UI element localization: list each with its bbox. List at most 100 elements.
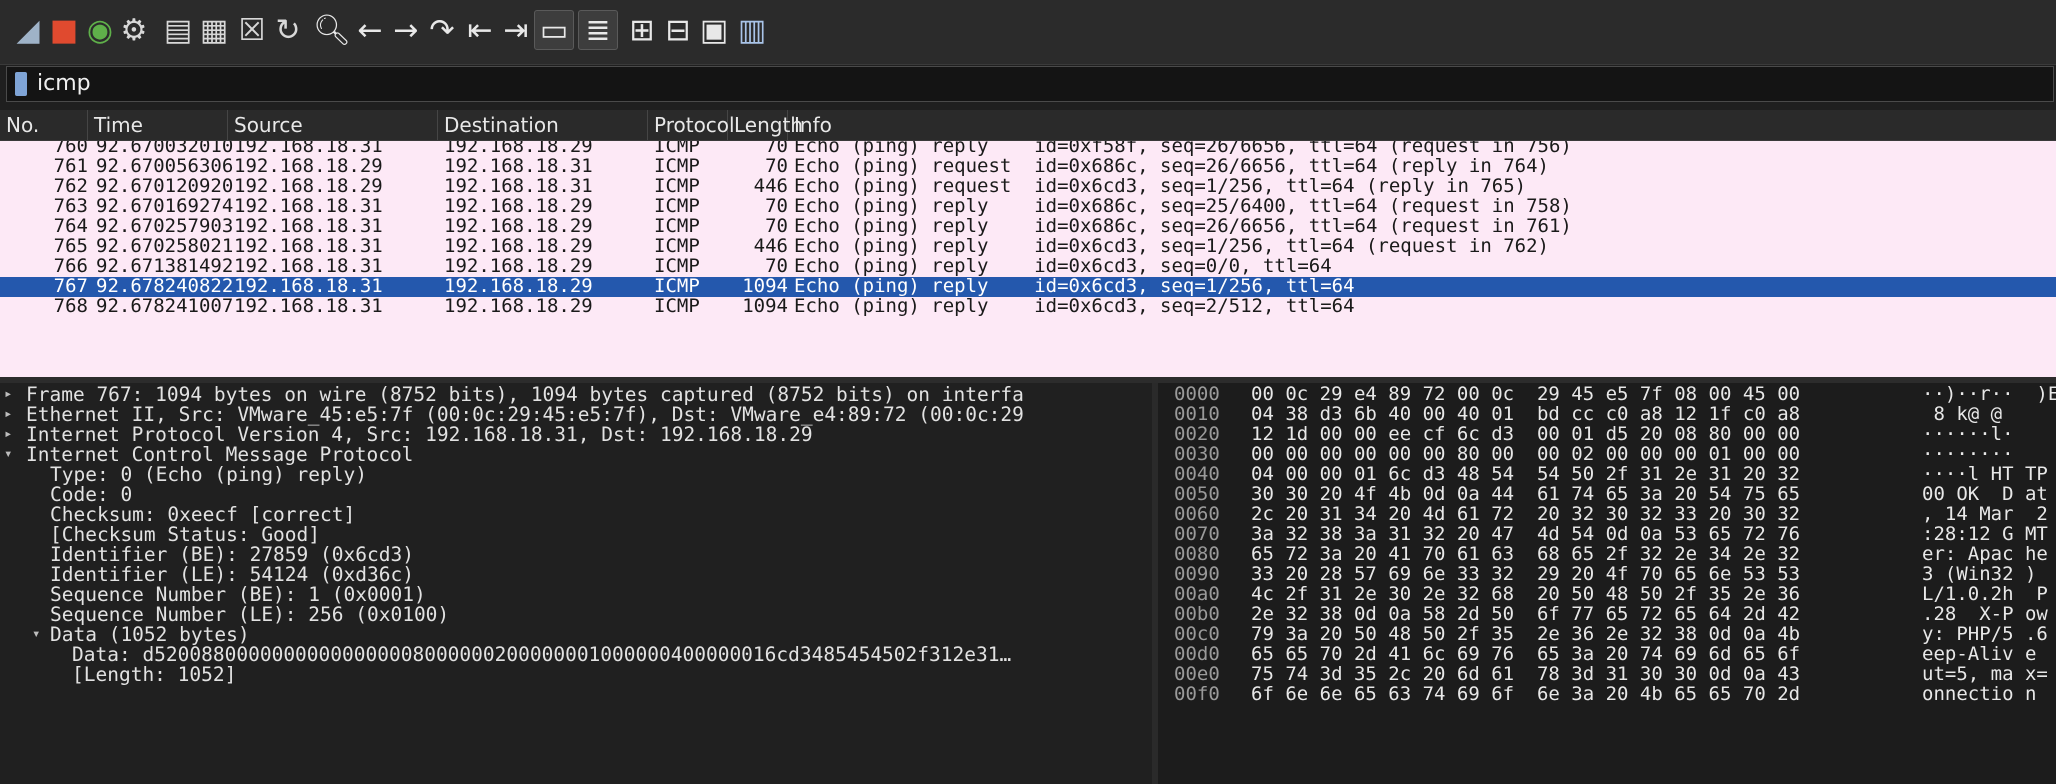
find-packet-icon[interactable]: 🔍︎ — [312, 10, 352, 50]
packet-row[interactable]: 766 92.671381492 192.168.18.31 192.168.18.2… — [0, 255, 2056, 277]
expand-arrow-icon[interactable]: ▸ — [4, 406, 12, 422]
collapse-arrow-icon[interactable]: ▾ — [32, 626, 40, 642]
column-header-info[interactable]: Info — [788, 110, 2056, 140]
hex-dump-row[interactable]: 00d0 65 65 70 2d 41 6c 69 76 65 3a 20 74 … — [1158, 643, 2056, 665]
filter-bookmark-icon[interactable] — [15, 72, 27, 96]
go-back-icon[interactable]: ← — [350, 10, 390, 50]
go-forward-icon[interactable]: → — [386, 10, 426, 50]
packet-row[interactable]: 762 92.670120920 192.168.18.29 192.168.18.3… — [0, 175, 2056, 197]
packet-row[interactable]: 763 92.670169274 192.168.18.31 192.168.18.2… — [0, 195, 2056, 217]
packet-cell-source: 192.168.18.31 — [234, 255, 383, 277]
normal-size-icon[interactable]: ▣ — [694, 10, 734, 50]
hex-dump-row[interactable]: 0020 12 1d 00 00 ee cf 6c d3 00 01 d5 20 … — [1158, 423, 2056, 445]
packet-cell-protocol: ICMP — [654, 215, 700, 237]
first-packet-icon[interactable]: ⇤ — [460, 10, 500, 50]
ascii-text: ··)··r·· )E — [1922, 383, 2056, 405]
packet-cell-no: 768 — [53, 295, 88, 317]
stop-capture-icon[interactable]: ■ — [44, 10, 84, 50]
expand-arrow-icon[interactable]: ▸ — [4, 426, 12, 442]
hex-offset: 00b0 — [1174, 603, 1220, 625]
hex-offset: 00f0 — [1174, 683, 1220, 705]
packet-cell-time: 92.670257903 — [96, 215, 234, 237]
hex-dump-row[interactable]: 0080 65 72 3a 20 41 70 61 63 68 65 2f 32 … — [1158, 543, 2056, 565]
hex-dump-row[interactable]: 00c0 79 3a 20 50 48 50 2f 35 2e 36 2e 32 … — [1158, 623, 2056, 645]
column-header-source[interactable]: Source — [228, 110, 438, 140]
packet-cell-destination: 192.168.18.29 — [444, 195, 593, 217]
hex-dump-row[interactable]: 0060 2c 20 31 34 20 4d 61 72 20 32 30 32 … — [1158, 503, 2056, 525]
column-header-no[interactable]: No. — [0, 110, 88, 140]
hex-bytes: 2e 32 38 0d 0a 58 2d 50 6f 77 65 72 65 6… — [1251, 603, 1801, 625]
packet-cell-time: 92.670258021 — [96, 235, 234, 257]
ascii-text: onnectio n — [1922, 683, 2037, 705]
hex-dump-row[interactable]: 0040 04 00 00 01 6c d3 48 54 54 50 2f 31 … — [1158, 463, 2056, 485]
reload-file-icon[interactable]: ↻ — [268, 10, 308, 50]
packet-cell-info: Echo (ping) request id=0x686c, seq=26/66… — [794, 155, 1549, 177]
ascii-text: 8 k@ @ — [1922, 403, 2003, 425]
hex-offset: 0020 — [1174, 423, 1220, 445]
packet-cell-no: 766 — [53, 255, 88, 277]
display-filter-input[interactable]: icmp — [37, 71, 91, 96]
ascii-text: .28 X-P ow — [1922, 603, 2048, 625]
packet-cell-info: Echo (ping) reply id=0x6cd3, seq=0/0, tt… — [794, 255, 1332, 277]
packet-details-pane[interactable]: ▸ Frame 767: 1094 bytes on wire (8752 bit… — [0, 383, 1152, 784]
hex-bytes: 3a 32 38 3a 31 32 20 47 4d 54 0d 0a 53 6… — [1251, 523, 1801, 545]
save-file-icon[interactable]: ▦ — [194, 10, 234, 50]
packet-row[interactable]: 764 92.670257903 192.168.18.31 192.168.18.2… — [0, 215, 2056, 237]
hex-bytes: 2c 20 31 34 20 4d 61 72 20 32 30 32 33 2… — [1251, 503, 1801, 525]
expand-arrow-icon[interactable]: ▸ — [4, 386, 12, 402]
hex-dump-row[interactable]: 0070 3a 32 38 3a 31 32 20 47 4d 54 0d 0a … — [1158, 523, 2056, 545]
hex-dump-row[interactable]: 00e0 75 74 3d 35 2c 20 6d 61 78 3d 31 30 … — [1158, 663, 2056, 685]
packet-cell-protocol: ICMP — [654, 295, 700, 317]
packet-cell-destination: 192.168.18.29 — [444, 275, 593, 297]
packet-cell-info: Echo (ping) request id=0x6cd3, seq=1/256… — [794, 175, 1527, 197]
packet-list[interactable]: 760 92.670032010 192.168.18.31 192.168.18.2… — [0, 141, 2056, 377]
packet-row-selected[interactable]: 767 92.678240822 192.168.18.31 192.168.18.2… — [0, 275, 2056, 297]
go-to-packet-icon[interactable]: ↷ — [422, 10, 462, 50]
hex-dump-row[interactable]: 0030 00 00 00 00 00 00 80 00 00 02 00 00 … — [1158, 443, 2056, 465]
hex-offset: 00e0 — [1174, 663, 1220, 685]
hex-dump-row[interactable]: 0010 04 38 d3 6b 40 00 40 01 bd cc c0 a8 … — [1158, 403, 2056, 425]
packet-bytes-pane[interactable]: 0000 00 0c 29 e4 89 72 00 0c 29 45 e5 7f … — [1158, 383, 2056, 784]
column-header-destination[interactable]: Destination — [438, 110, 648, 140]
shark-fin-start-icon[interactable]: ◢ — [8, 10, 48, 50]
hex-bytes: 4c 2f 31 2e 30 2e 32 68 20 50 48 50 2f 3… — [1251, 583, 1801, 605]
capture-options-icon[interactable]: ⚙ — [114, 10, 154, 50]
hex-bytes: 00 00 00 00 00 00 80 00 00 02 00 00 00 0… — [1251, 443, 1801, 465]
hex-offset: 0080 — [1174, 543, 1220, 565]
colorize-icon[interactable]: ≣ — [578, 10, 618, 50]
column-header-time[interactable]: Time — [88, 110, 228, 140]
hex-dump-row[interactable]: 00a0 4c 2f 31 2e 30 2e 32 68 20 50 48 50 … — [1158, 583, 2056, 605]
hex-dump-row[interactable]: 0090 33 20 28 57 69 6e 33 32 29 20 4f 70 … — [1158, 563, 2056, 585]
packet-cell-destination: 192.168.18.31 — [444, 175, 593, 197]
hex-dump-row[interactable]: 00b0 2e 32 38 0d 0a 58 2d 50 6f 77 65 72 … — [1158, 603, 2056, 625]
hex-dump-row[interactable]: 0050 30 30 20 4f 4b 0d 0a 44 61 74 65 3a … — [1158, 483, 2056, 505]
packet-cell-destination: 192.168.18.29 — [444, 255, 593, 277]
ascii-text: 00 OK D at — [1922, 483, 2048, 505]
packet-cell-source: 192.168.18.31 — [234, 275, 383, 297]
hex-dump-row[interactable]: 0000 00 0c 29 e4 89 72 00 0c 29 45 e5 7f … — [1158, 383, 2056, 405]
packet-cell-no: 762 — [53, 175, 88, 197]
open-file-icon[interactable]: ▤ — [158, 10, 198, 50]
column-header-length[interactable]: Length — [728, 110, 803, 140]
zoom-out-icon[interactable]: ⊟ — [658, 10, 698, 50]
hex-offset: 0090 — [1174, 563, 1220, 585]
close-file-icon[interactable]: ☒ — [232, 10, 272, 50]
hex-offset: 0050 — [1174, 483, 1220, 505]
collapse-arrow-icon[interactable]: ▾ — [4, 446, 12, 462]
hex-bytes: 12 1d 00 00 ee cf 6c d3 00 01 d5 20 08 8… — [1251, 423, 1801, 445]
packet-cell-no: 767 — [53, 275, 88, 297]
packet-cell-no: 765 — [53, 235, 88, 257]
display-filter-bar[interactable]: icmp — [6, 66, 2054, 102]
packet-row[interactable]: 765 92.670258021 192.168.18.31 192.168.18.2… — [0, 235, 2056, 257]
last-packet-icon[interactable]: ⇥ — [496, 10, 536, 50]
column-header-protocol[interactable]: Protocol — [648, 110, 735, 140]
ascii-text: ····l HT TP — [1922, 463, 2048, 485]
autoscroll-icon[interactable]: ▭ — [534, 10, 574, 50]
packet-row[interactable]: 768 92.678241007 192.168.18.31 192.168.18.2… — [0, 295, 2056, 317]
hex-dump-row[interactable]: 00f0 6f 6e 6e 65 63 74 69 6f 6e 3a 20 4b … — [1158, 683, 2056, 705]
packet-cell-time: 92.670056306 — [96, 155, 234, 177]
packet-cell-protocol: ICMP — [654, 235, 700, 257]
zoom-in-icon[interactable]: ⊞ — [622, 10, 662, 50]
resize-columns-icon[interactable]: ▥ — [732, 10, 772, 50]
packet-row[interactable]: 761 92.670056306 192.168.18.29 192.168.18.3… — [0, 155, 2056, 177]
